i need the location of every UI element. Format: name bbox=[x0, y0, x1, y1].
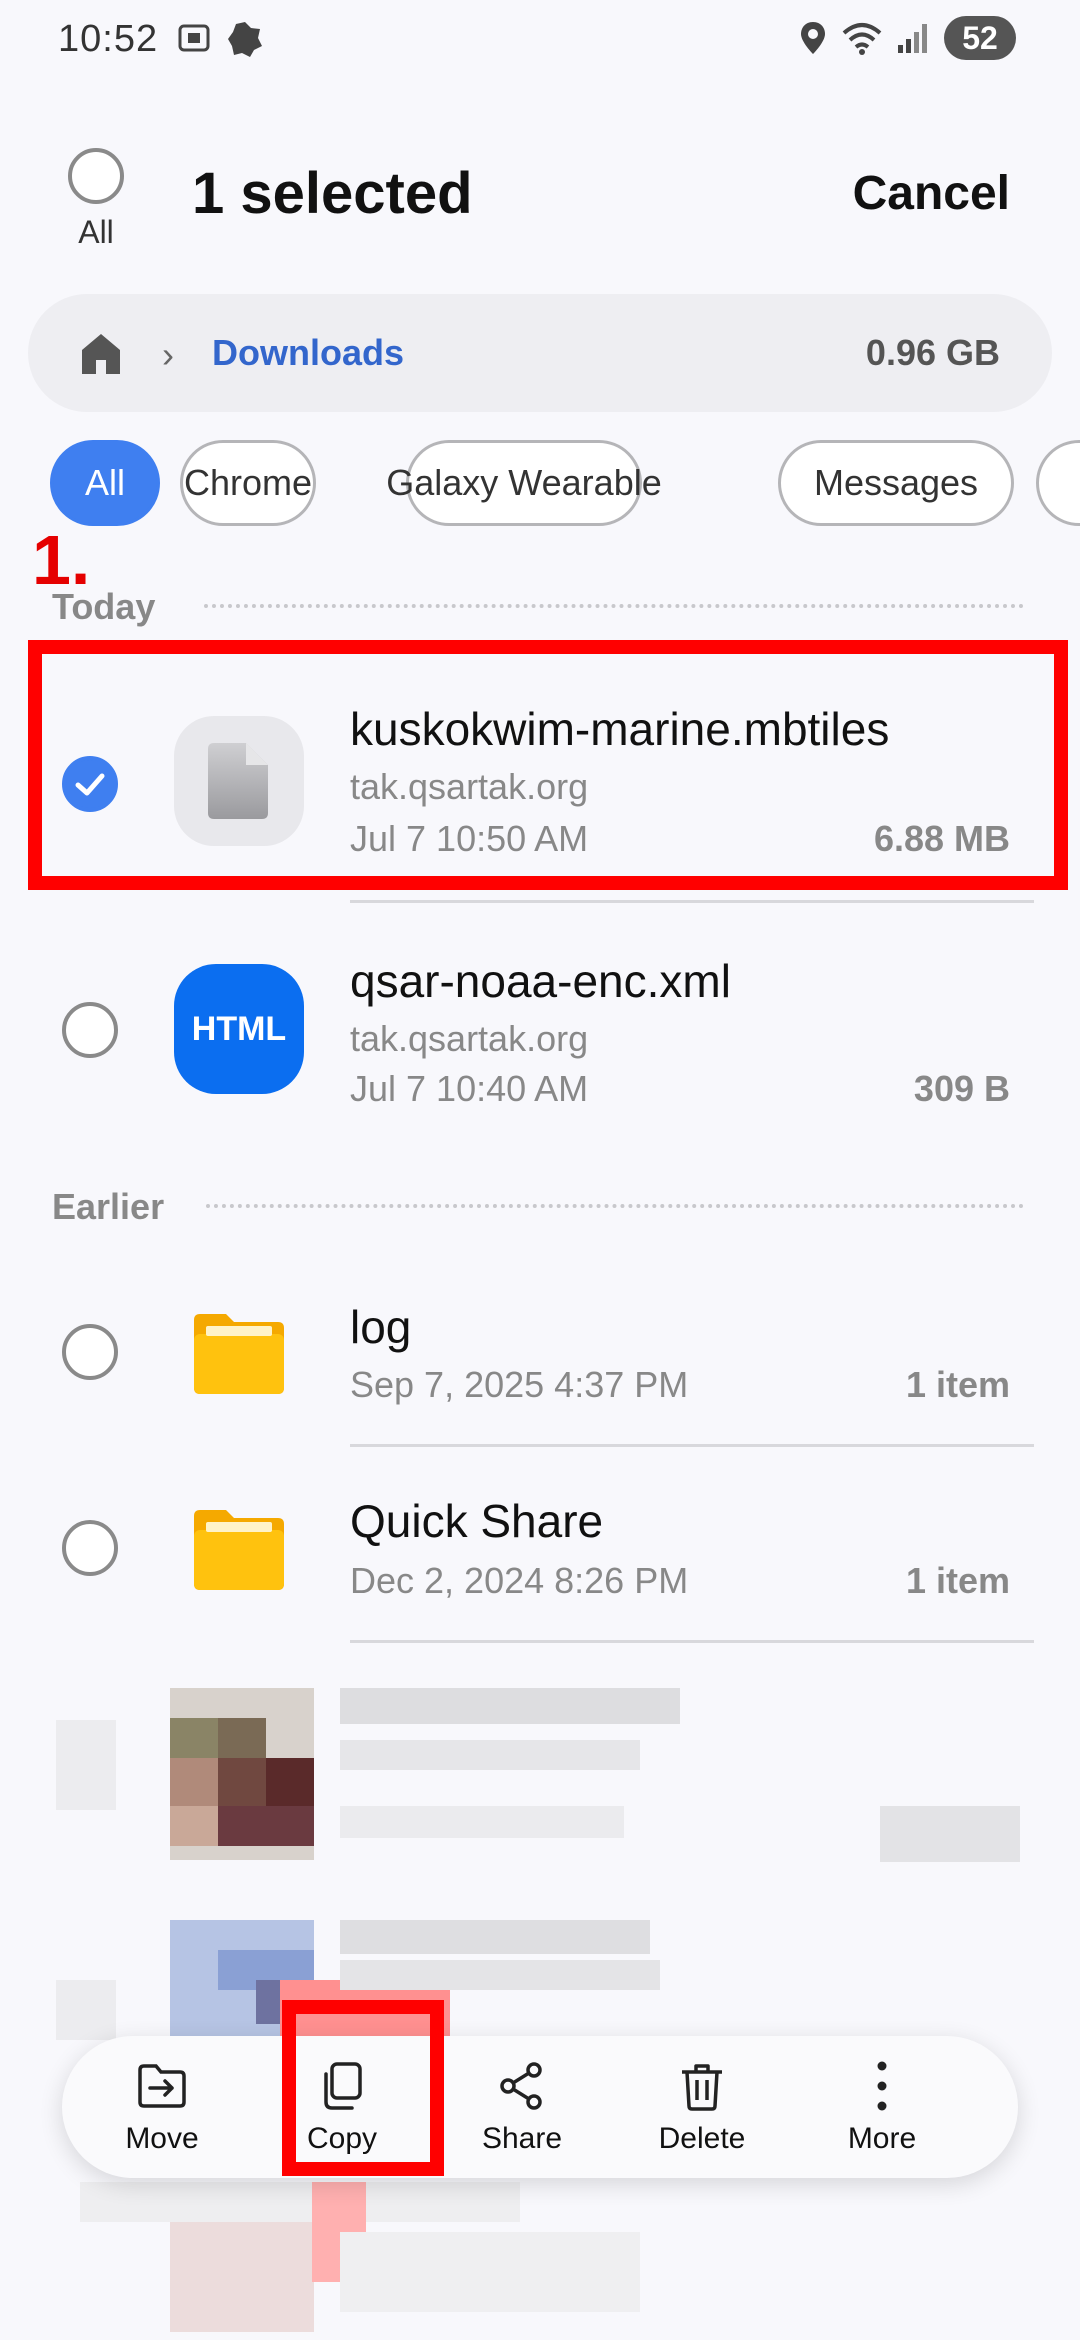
screenshot-icon bbox=[178, 24, 210, 52]
storage-size: 0.96 GB bbox=[865, 332, 1000, 373]
file-row[interactable]: HTML qsar-noaa-enc.xml tak.qsartak.org J… bbox=[0, 906, 1080, 1146]
file-name: qsar-noaa-enc.xml bbox=[350, 955, 731, 1007]
share-icon bbox=[500, 2062, 542, 2110]
section-earlier: Earlier bbox=[52, 1186, 165, 1227]
row-divider bbox=[350, 1444, 1034, 1447]
folder-item-count: 1 item bbox=[905, 1560, 1010, 1601]
share-label: Share bbox=[481, 2122, 563, 2155]
chip-all[interactable]: All bbox=[50, 440, 160, 526]
row-divider bbox=[350, 1640, 1034, 1643]
status-bar: 10:52 52 bbox=[0, 0, 1080, 90]
breadcrumb-folder[interactable]: Downloads bbox=[212, 332, 404, 374]
share-button[interactable]: Share bbox=[442, 2058, 602, 2156]
row-divider bbox=[350, 900, 1034, 903]
more-button[interactable]: More bbox=[802, 2058, 962, 2156]
wifi-icon bbox=[842, 23, 882, 55]
folder-row[interactable]: Quick Share Dec 2, 2024 8:26 PM 1 item bbox=[0, 1450, 1080, 1640]
location-icon bbox=[801, 22, 825, 54]
folder-name: Quick Share bbox=[350, 1495, 604, 1547]
folder-item-count: 1 item bbox=[905, 1364, 1010, 1405]
delete-button[interactable]: Delete bbox=[622, 2058, 782, 2156]
chip-messages[interactable]: Messages bbox=[778, 440, 1014, 526]
more-label: More bbox=[847, 2122, 917, 2155]
move-button[interactable]: Move bbox=[82, 2058, 242, 2156]
move-icon bbox=[138, 2064, 186, 2108]
folder-date: Sep 7, 2025 4:37 PM bbox=[350, 1364, 689, 1405]
status-time: 10:52 bbox=[58, 18, 159, 60]
file-source: tak.qsartak.org bbox=[350, 1018, 589, 1059]
signal-icon bbox=[898, 24, 927, 53]
move-label: Move bbox=[125, 2122, 199, 2155]
file-date: Jul 7 10:40 AM bbox=[350, 1068, 589, 1109]
section-divider bbox=[204, 604, 1024, 608]
chip-more[interactable] bbox=[1036, 440, 1080, 526]
folder-icon bbox=[194, 1510, 284, 1590]
breadcrumb: › Downloads 0.96 GB bbox=[28, 294, 1052, 412]
chip-galaxy-wearable[interactable]: Galaxy Wearable bbox=[386, 440, 662, 526]
filter-chips: All Chrome Galaxy Wearable Messages bbox=[50, 440, 1080, 530]
folder-checkbox[interactable] bbox=[62, 1520, 118, 1576]
page-title: 1 selected bbox=[192, 161, 473, 226]
trash-icon bbox=[682, 2064, 722, 2111]
home-icon[interactable] bbox=[78, 330, 124, 376]
file-size: 309 B bbox=[913, 1068, 1010, 1109]
file-checkbox[interactable] bbox=[62, 1002, 118, 1058]
battery-indicator: 52 bbox=[944, 16, 1016, 60]
chip-chrome[interactable]: Chrome bbox=[180, 440, 316, 526]
folder-date: Dec 2, 2024 8:26 PM bbox=[350, 1560, 689, 1601]
more-vertical-icon bbox=[877, 2061, 887, 2111]
bottom-action-bar: Move Copy Share Delete More bbox=[62, 2036, 1018, 2178]
folder-name: log bbox=[350, 1301, 412, 1353]
section-today: Today bbox=[52, 586, 156, 627]
cancel-button[interactable]: Cancel bbox=[853, 166, 1010, 221]
annotation-copy-highlight bbox=[282, 2000, 444, 2176]
html-file-icon: HTML bbox=[174, 964, 304, 1094]
select-all-label: All bbox=[78, 214, 114, 250]
select-all-radio[interactable] bbox=[68, 148, 124, 204]
chevron-right-icon: › bbox=[162, 334, 174, 375]
settings-badge-icon bbox=[228, 22, 262, 57]
folder-row[interactable]: log Sep 7, 2025 4:37 PM 1 item bbox=[0, 1250, 1080, 1446]
annotation-highlight-box bbox=[28, 640, 1068, 890]
delete-label: Delete bbox=[658, 2122, 746, 2155]
folder-checkbox[interactable] bbox=[62, 1324, 118, 1380]
folder-icon bbox=[194, 1314, 284, 1394]
section-divider bbox=[206, 1204, 1024, 1208]
